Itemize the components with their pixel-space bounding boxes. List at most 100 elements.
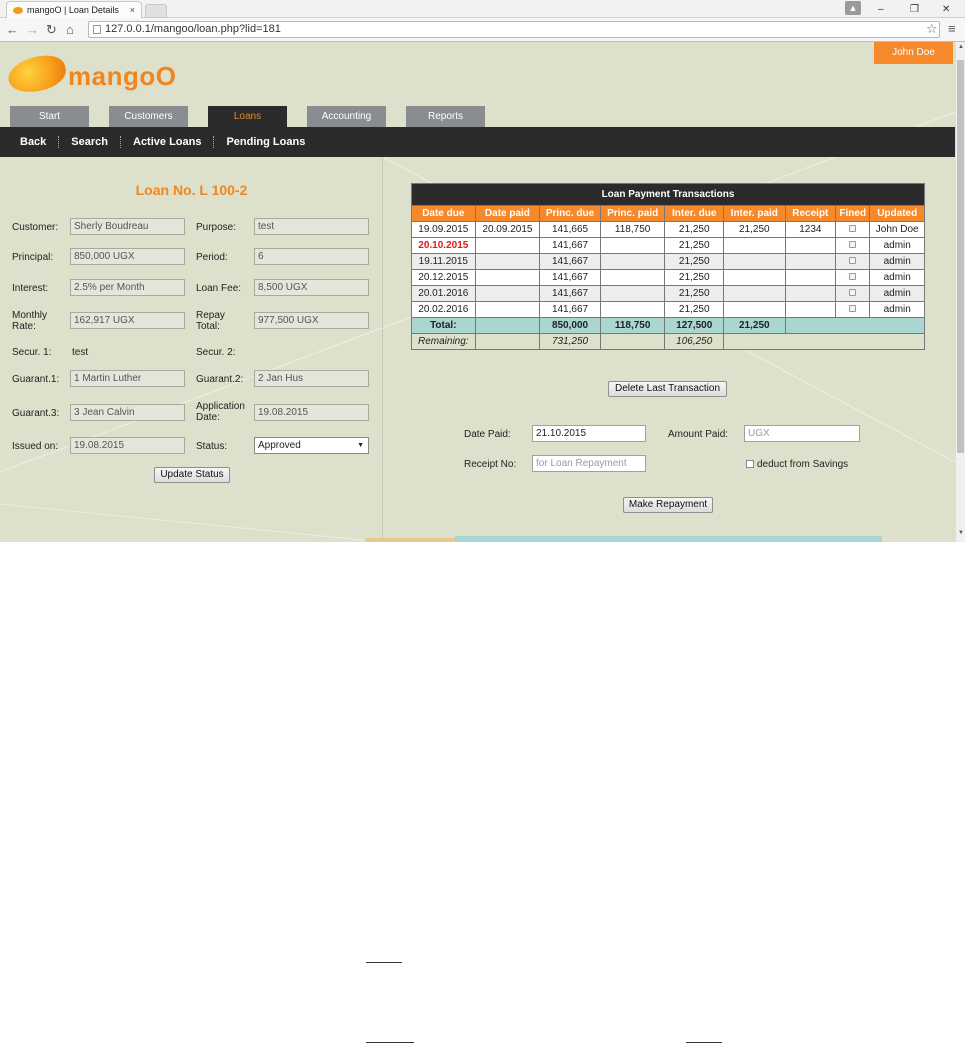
- remaining-label: Remaining:: [411, 333, 476, 350]
- forward-arrow-icon[interactable]: →: [26, 22, 39, 37]
- back-arrow-icon[interactable]: ←: [6, 22, 19, 37]
- tab-close-icon[interactable]: ×: [130, 5, 135, 15]
- cell-updated: admin: [869, 269, 925, 286]
- application-date-label-line1: Application: [196, 401, 245, 412]
- cell-date-paid: [474, 269, 541, 286]
- window-close-button[interactable]: ✕: [942, 0, 950, 18]
- fined-checkbox[interactable]: [849, 257, 857, 264]
- make-repayment-button[interactable]: Make Repayment: [623, 497, 713, 513]
- cell-updated: admin: [869, 237, 925, 254]
- logo-text: mangoO: [68, 61, 177, 91]
- scroll-down-arrow-icon[interactable]: ▼: [958, 530, 964, 536]
- browser-menu-icon[interactable]: ≡: [948, 21, 956, 36]
- subnav-active-loans[interactable]: Active Loans: [121, 136, 215, 148]
- scrollbar-thumb[interactable]: [957, 60, 964, 453]
- cell-date-due: 20.02.2016: [411, 301, 476, 318]
- browser-profile-icon[interactable]: ▲: [845, 1, 861, 15]
- cell-inter-paid: [723, 253, 786, 270]
- col-princ-due: Princ. due: [539, 205, 601, 222]
- page-content: John Doe mangoO Start Customers Loans Ac…: [0, 42, 955, 542]
- secur2-label: Secur. 2:: [196, 347, 236, 358]
- cell-inter-due: 21,250: [664, 253, 724, 270]
- col-fined: Fined: [835, 205, 871, 222]
- customer-label: Customer:: [12, 222, 59, 233]
- cell-updated: admin: [869, 253, 925, 270]
- amount-paid-label: Amount Paid:: [668, 429, 729, 440]
- reload-icon[interactable]: ↻: [46, 22, 57, 38]
- fined-checkbox[interactable]: [849, 273, 857, 280]
- table-row: 20.12.2015 141,667 21,250 admin: [411, 269, 925, 286]
- cell-princ-paid: [599, 253, 666, 270]
- cell-princ-due: 141,667: [539, 253, 601, 270]
- cell-date-paid: [474, 253, 541, 270]
- table-row: 19.09.2015 20.09.2015 141,665 118,750 21…: [411, 221, 925, 238]
- address-bar[interactable]: 127.0.0.1/mangoo/loan.php?lid=181: [88, 21, 940, 38]
- page-scrollbar[interactable]: ▲ ▼: [955, 42, 965, 542]
- cell-date-paid: [474, 301, 541, 318]
- stray-underline: [686, 1042, 722, 1043]
- receipt-no-input[interactable]: for Loan Repayment: [532, 455, 646, 472]
- new-tab-button[interactable]: [145, 4, 167, 18]
- home-icon[interactable]: ⌂: [66, 22, 74, 37]
- principal-field: 850,000 UGX: [70, 248, 185, 265]
- loan-title: Loan No. L 100-2: [135, 182, 248, 198]
- deduct-savings-option[interactable]: deduct from Savings: [746, 459, 848, 470]
- subnav-back[interactable]: Back: [20, 136, 60, 148]
- cell-princ-due: 141,667: [539, 285, 601, 302]
- amount-paid-input[interactable]: UGX: [744, 425, 860, 442]
- window-restore-button[interactable]: ❐: [910, 0, 919, 18]
- cell-receipt: [784, 285, 837, 302]
- date-paid-input[interactable]: 21.10.2015: [532, 425, 646, 442]
- cell-date-paid: 20.09.2015: [474, 221, 541, 238]
- subnav-pending-loans[interactable]: Pending Loans: [214, 136, 317, 148]
- mango-logo-icon: [5, 51, 69, 97]
- repay-total-label: Repay Total:: [196, 310, 225, 332]
- col-date-paid: Date paid: [474, 205, 541, 222]
- tab-customers[interactable]: Customers: [109, 106, 188, 127]
- cell-date-paid: [474, 237, 541, 254]
- payments-header-row: Date due Date paid Princ. due Princ. pai…: [411, 205, 925, 222]
- cell-princ-due: 141,667: [539, 269, 601, 286]
- cell-receipt: [784, 253, 837, 270]
- tab-start[interactable]: Start: [10, 106, 89, 127]
- deduct-savings-checkbox[interactable]: [746, 460, 754, 468]
- cell-princ-paid: [599, 285, 666, 302]
- status-label: Status:: [196, 441, 228, 452]
- fined-checkbox[interactable]: [849, 241, 857, 248]
- bookmark-star-icon[interactable]: ☆: [926, 21, 938, 37]
- monthly-rate-label: Monthly Rate:: [12, 310, 47, 332]
- monthly-rate-label-line2: Rate:: [12, 321, 36, 332]
- guarant2-label: Guarant.2:: [196, 374, 244, 385]
- total-filler: [784, 317, 926, 334]
- fined-checkbox[interactable]: [849, 305, 857, 312]
- cell-inter-due: 21,250: [664, 285, 724, 302]
- period-field: 6: [254, 248, 369, 265]
- footer-teal-strip: [455, 536, 882, 542]
- total-inter-paid: 21,250: [723, 317, 786, 334]
- cell-inter-paid: 21,250: [723, 221, 786, 238]
- tab-accounting[interactable]: Accounting: [307, 106, 386, 127]
- receipt-no-label: Receipt No:: [464, 459, 517, 470]
- principal-label: Principal:: [12, 252, 54, 263]
- delete-last-transaction-button[interactable]: Delete Last Transaction: [608, 381, 727, 397]
- repay-total-field: 977,500 UGX: [254, 312, 369, 329]
- tab-reports[interactable]: Reports: [406, 106, 485, 127]
- scroll-up-arrow-icon[interactable]: ▲: [958, 44, 964, 50]
- status-select[interactable]: Approved ▼: [254, 437, 369, 454]
- table-row: 19.11.2015 141,667 21,250 admin: [411, 253, 925, 270]
- col-inter-paid: Inter. paid: [723, 205, 786, 222]
- remaining-princ-due: 731,250: [539, 333, 601, 350]
- user-menu-button[interactable]: John Doe: [874, 42, 953, 64]
- update-status-button[interactable]: Update Status: [154, 467, 230, 483]
- window-minimize-button[interactable]: –: [878, 0, 884, 18]
- mangoo-logo[interactable]: mangoO: [5, 51, 188, 97]
- fined-checkbox[interactable]: [849, 289, 857, 296]
- browser-tab[interactable]: mangoO | Loan Details ×: [6, 1, 142, 18]
- remaining-princ-paid: [599, 333, 666, 350]
- subnav-search[interactable]: Search: [59, 136, 121, 148]
- cell-updated: John Doe: [869, 221, 925, 238]
- main-nav: Start Customers Loans Accounting Reports: [10, 106, 505, 127]
- stray-underline: [366, 962, 402, 963]
- fined-checkbox[interactable]: [849, 225, 857, 232]
- tab-loans[interactable]: Loans: [208, 106, 287, 127]
